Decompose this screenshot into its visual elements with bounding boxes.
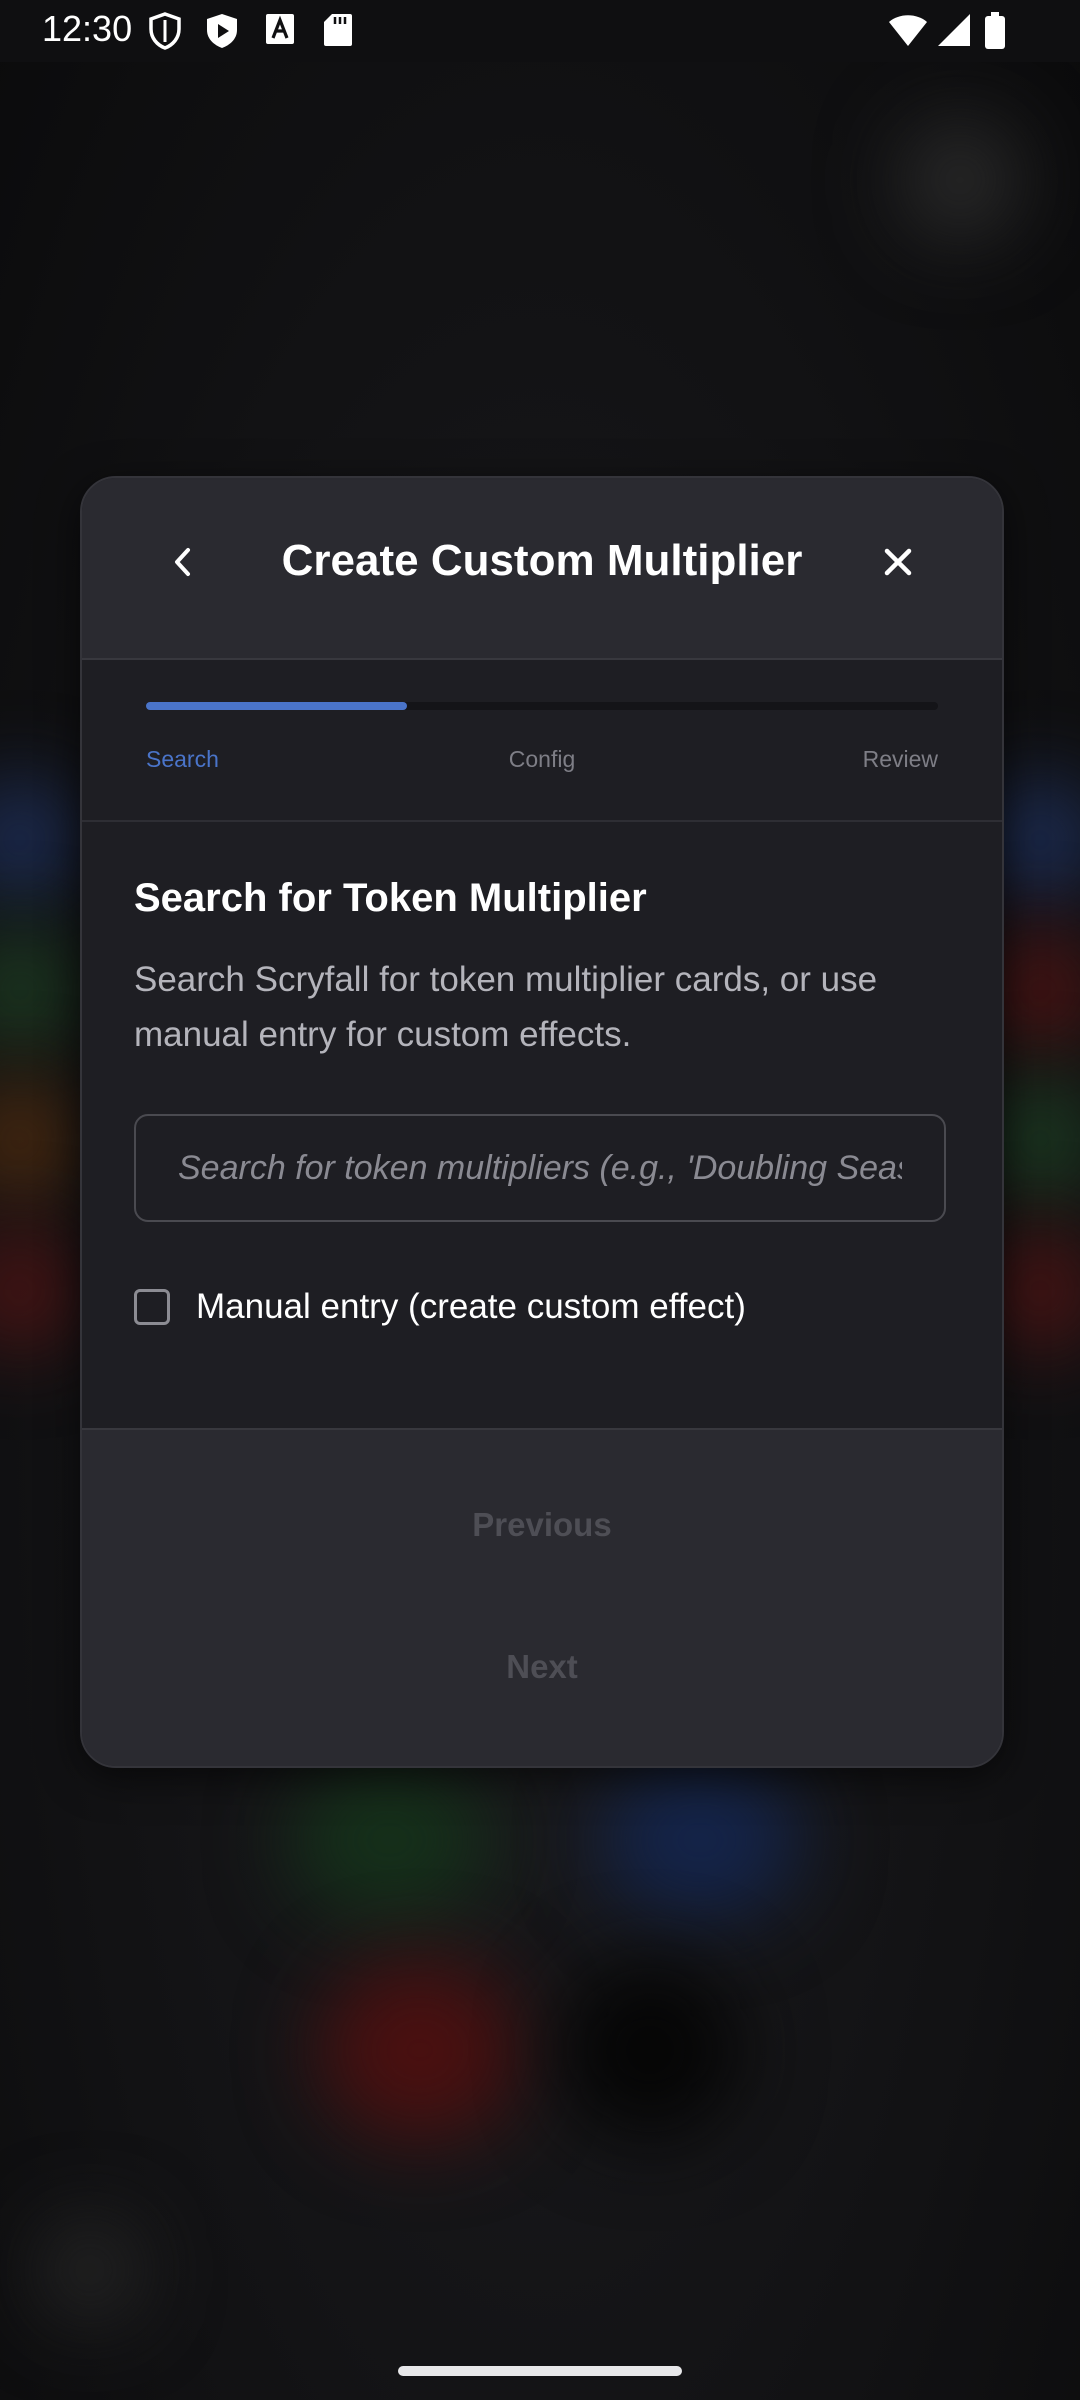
dialog-content: Search for Token Multiplier Search Scryf… xyxy=(82,822,1002,1422)
next-button[interactable]: Next xyxy=(82,1648,1002,1686)
progress-track xyxy=(146,702,938,710)
section-description: Search Scryfall for token multiplier car… xyxy=(134,960,878,1054)
shield-icon xyxy=(149,12,181,50)
back-button[interactable] xyxy=(152,532,212,592)
background-blur xyxy=(320,1960,520,2140)
close-button[interactable] xyxy=(868,532,928,592)
play-protect-icon xyxy=(207,14,237,48)
background-blur xyxy=(0,1080,80,1200)
search-field xyxy=(134,1114,946,1222)
home-indicator[interactable] xyxy=(398,2366,682,2376)
battery-icon xyxy=(985,12,1005,49)
wifi-icon xyxy=(889,15,927,46)
manual-entry-checkbox[interactable] xyxy=(134,1289,170,1325)
section-heading: Search for Token Multiplier xyxy=(134,876,647,920)
manual-entry-row[interactable]: Manual entry (create custom effect) xyxy=(134,1282,746,1332)
progress-fill xyxy=(146,702,408,710)
background-blur xyxy=(0,780,80,900)
previous-button[interactable]: Previous xyxy=(82,1506,1002,1544)
background-blur xyxy=(290,1760,490,1920)
close-icon xyxy=(884,548,912,576)
background-blur xyxy=(900,120,1020,240)
background-blur xyxy=(0,930,80,1050)
font-a-icon xyxy=(266,14,294,44)
status-bar: 12:30 xyxy=(0,0,1080,62)
dialog-title: Create Custom Multiplier xyxy=(281,536,803,585)
screen: 12:30 Create Custom Multiplier Search Co… xyxy=(0,0,1080,2400)
status-time: 12:30 xyxy=(42,8,133,49)
step-review: Review xyxy=(862,746,938,772)
manual-entry-label: Manual entry (create custom effect) xyxy=(196,1287,746,1326)
background-blur xyxy=(0,1230,80,1350)
chevron-left-icon xyxy=(175,548,190,576)
sd-card-icon xyxy=(324,14,352,46)
background-blur xyxy=(560,1960,740,2140)
step-progress: Search Config Review xyxy=(82,660,1002,822)
background-blur xyxy=(600,1760,800,1920)
search-input[interactable] xyxy=(136,1116,944,1220)
dialog-header: Create Custom Multiplier xyxy=(82,478,1002,660)
dialog-footer: Previous Next xyxy=(82,1428,1002,1766)
signal-icon xyxy=(938,14,970,46)
background-blur xyxy=(40,2220,140,2320)
create-multiplier-dialog: Create Custom Multiplier Search Config R… xyxy=(80,476,1004,1768)
